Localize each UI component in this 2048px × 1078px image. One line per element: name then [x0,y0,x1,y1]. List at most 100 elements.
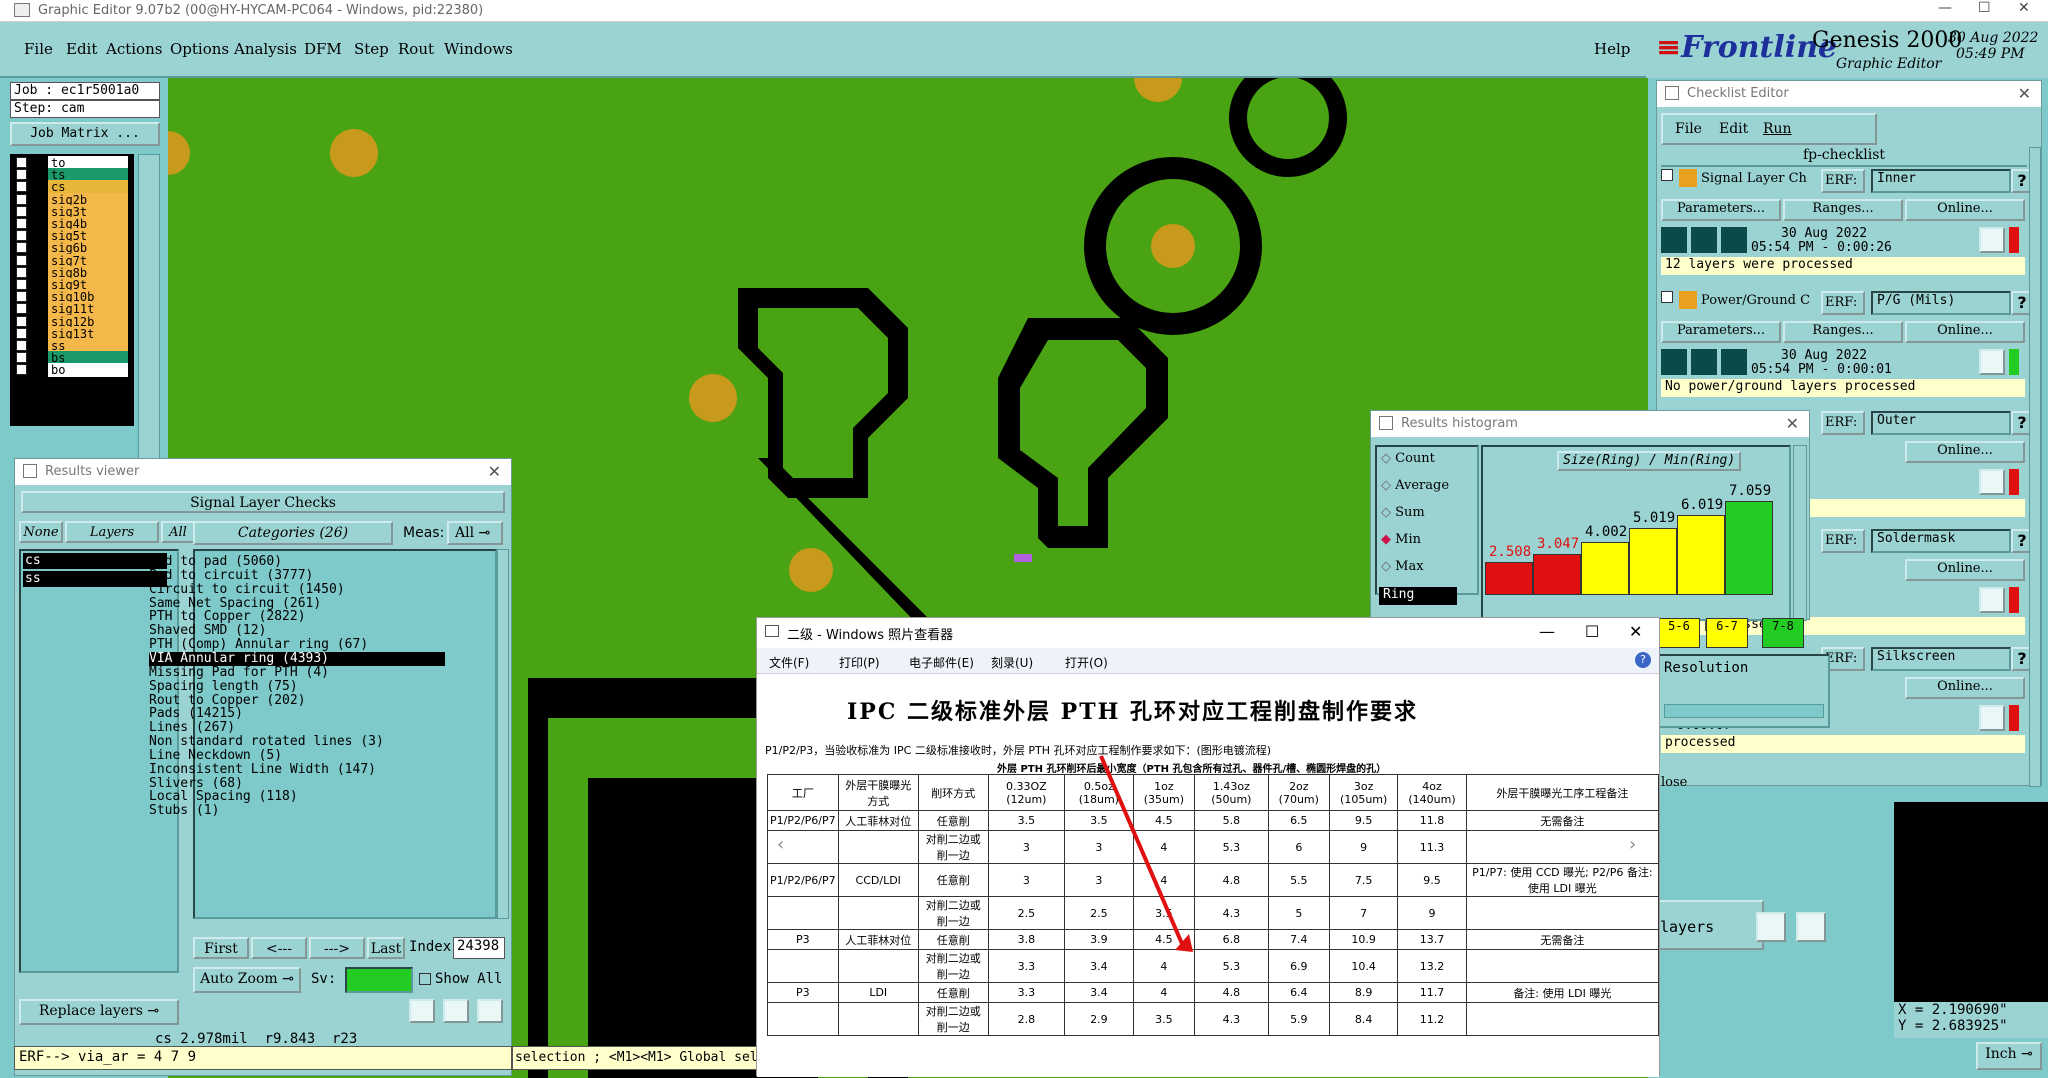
last-button[interactable]: Last [367,937,405,959]
category-item[interactable]: Stubs (1) [149,804,445,818]
maximize-icon[interactable]: ☐ [1585,622,1599,641]
show-all-checkbox[interactable] [419,973,431,985]
layer-checkbox[interactable] [16,242,27,254]
close-button[interactable]: ✕ [2018,0,2030,16]
layer-icon[interactable] [1796,912,1826,942]
histogram-bar[interactable] [1677,515,1725,595]
layer-checkbox[interactable] [16,327,27,339]
close-icon[interactable]: ✕ [1786,414,1799,433]
layer-name[interactable]: bo [48,363,128,378]
layer-checkbox[interactable] [16,254,27,266]
auto-zoom-select[interactable]: Auto Zoom ⊸ [193,967,301,993]
check-toggle-checkbox[interactable] [1661,169,1673,181]
category-item[interactable]: VIA Annular ring (4393) [149,651,445,666]
next-image-icon[interactable]: › [1629,834,1636,855]
layer-checkbox[interactable] [16,230,27,242]
close-icon[interactable]: ✕ [2018,84,2031,103]
layer-checkbox[interactable] [16,266,27,278]
layer-checkbox[interactable] [16,157,27,168]
category-item[interactable]: Pad to circuit (3777) [149,568,445,583]
prev-image-icon[interactable]: ‹ [777,834,784,855]
run-icon[interactable] [1661,227,1687,253]
run-icon[interactable] [1721,227,1747,253]
menu-analysis[interactable]: Analysis [234,40,297,58]
layer-checkbox[interactable] [16,193,27,205]
report-icon[interactable] [409,999,435,1023]
histogram-option[interactable]: ◇ Max [1381,559,1424,574]
histogram-option[interactable]: ◇ Count [1381,451,1435,466]
layer-checkbox[interactable] [16,352,27,364]
ranges-button[interactable]: Ranges... [1783,199,1903,221]
layer-checkbox[interactable] [16,169,27,181]
help-icon[interactable]: ? [1635,652,1651,668]
histogram-option[interactable]: ◇ Sum [1381,505,1425,520]
histogram-bar[interactable] [1533,554,1581,595]
units-select[interactable]: Inch ⊸ [1976,1042,2042,1070]
zoom-icon[interactable] [1979,227,2005,253]
category-item[interactable]: Circuit to circuit (1450) [149,582,445,597]
layer-icon[interactable] [1756,912,1786,942]
minimize-button[interactable]: — [1938,0,1952,16]
next-button[interactable]: ---> [309,937,365,959]
menu-file[interactable]: File [24,40,53,58]
menu-help[interactable]: Help [1594,40,1630,58]
check-toggle-checkbox[interactable] [1661,291,1673,303]
maximize-button[interactable]: ☐ [1978,0,1991,16]
histogram-bar[interactable] [1725,501,1773,595]
report-icon[interactable] [443,999,469,1023]
histogram-option[interactable]: ◆ Min [1381,532,1421,547]
result-layer-item[interactable]: cs [23,553,167,569]
parameters-button[interactable]: Parameters... [1661,321,1781,343]
menu-edit[interactable]: Edit [66,40,97,58]
online-button[interactable]: Online... [1905,441,2025,463]
layer-checkbox[interactable] [16,291,27,303]
menu-rout[interactable]: Rout [398,40,434,58]
erf-field[interactable]: Inner [1871,169,2011,193]
histogram-bar[interactable] [1485,562,1533,595]
layers-button[interactable]: Layers [65,521,159,543]
zoom-icon[interactable] [1979,349,2005,375]
layer-checkbox[interactable] [16,340,27,351]
category-item[interactable]: Non standard rotated lines (3) [149,735,445,749]
layer-checkbox[interactable] [16,364,27,376]
menu-actions[interactable]: Actions [106,40,162,58]
histogram-bar[interactable] [1581,542,1629,595]
viewer-menu-open[interactable]: 打开(O) [1065,654,1108,671]
layer-checkbox[interactable] [16,303,27,315]
erf-field[interactable]: Silkscreen [1871,647,2011,671]
histogram-option[interactable]: ◇ Average [1381,478,1449,493]
category-item[interactable]: Missing Pad for PTH (4) [149,665,445,680]
first-button[interactable]: First [193,937,249,959]
category-item[interactable]: PTH (Comp) Annular ring (67) [149,638,445,652]
online-button[interactable]: Online... [1905,321,2025,343]
layer-checkbox[interactable] [16,315,27,327]
online-button[interactable]: Online... [1905,677,2025,699]
layer-checkbox[interactable] [16,279,27,290]
category-item[interactable]: Spacing length (75) [149,679,445,694]
category-scrollbar[interactable] [497,549,509,919]
zoom-icon[interactable] [1979,587,2005,613]
layers-button[interactable]: layers [1648,900,1764,950]
categories-button[interactable]: Categories (26) [193,521,393,545]
viewer-menu-file[interactable]: 文件(F) [769,654,809,671]
menu-options[interactable]: Options [170,40,229,58]
run-icon[interactable] [1691,349,1717,375]
none-button[interactable]: None [19,521,63,543]
replace-layers-select[interactable]: Replace layers ⊸ [19,999,179,1025]
zoom-icon[interactable] [1979,705,2005,731]
menu-windows[interactable]: Windows [444,40,513,58]
meas-select[interactable]: All ⊸ [447,521,503,545]
erf-field[interactable]: P/G (Mils) [1871,291,2011,315]
checklist-menu-file[interactable]: File [1675,121,1702,137]
online-button[interactable]: Online... [1905,199,2025,221]
resolution-slider[interactable] [1664,704,1824,718]
histogram-bar[interactable] [1629,528,1677,595]
report-icon[interactable] [477,999,503,1023]
close-icon[interactable]: ✕ [488,462,501,481]
run-icon[interactable] [1721,349,1747,375]
run-icon[interactable] [1661,349,1687,375]
checklist-scrollbar[interactable] [2029,147,2041,787]
layer-checkbox[interactable] [16,205,27,217]
viewer-menu-burn[interactable]: 刻录(U) [991,654,1033,671]
minimize-icon[interactable]: — [1539,622,1555,641]
